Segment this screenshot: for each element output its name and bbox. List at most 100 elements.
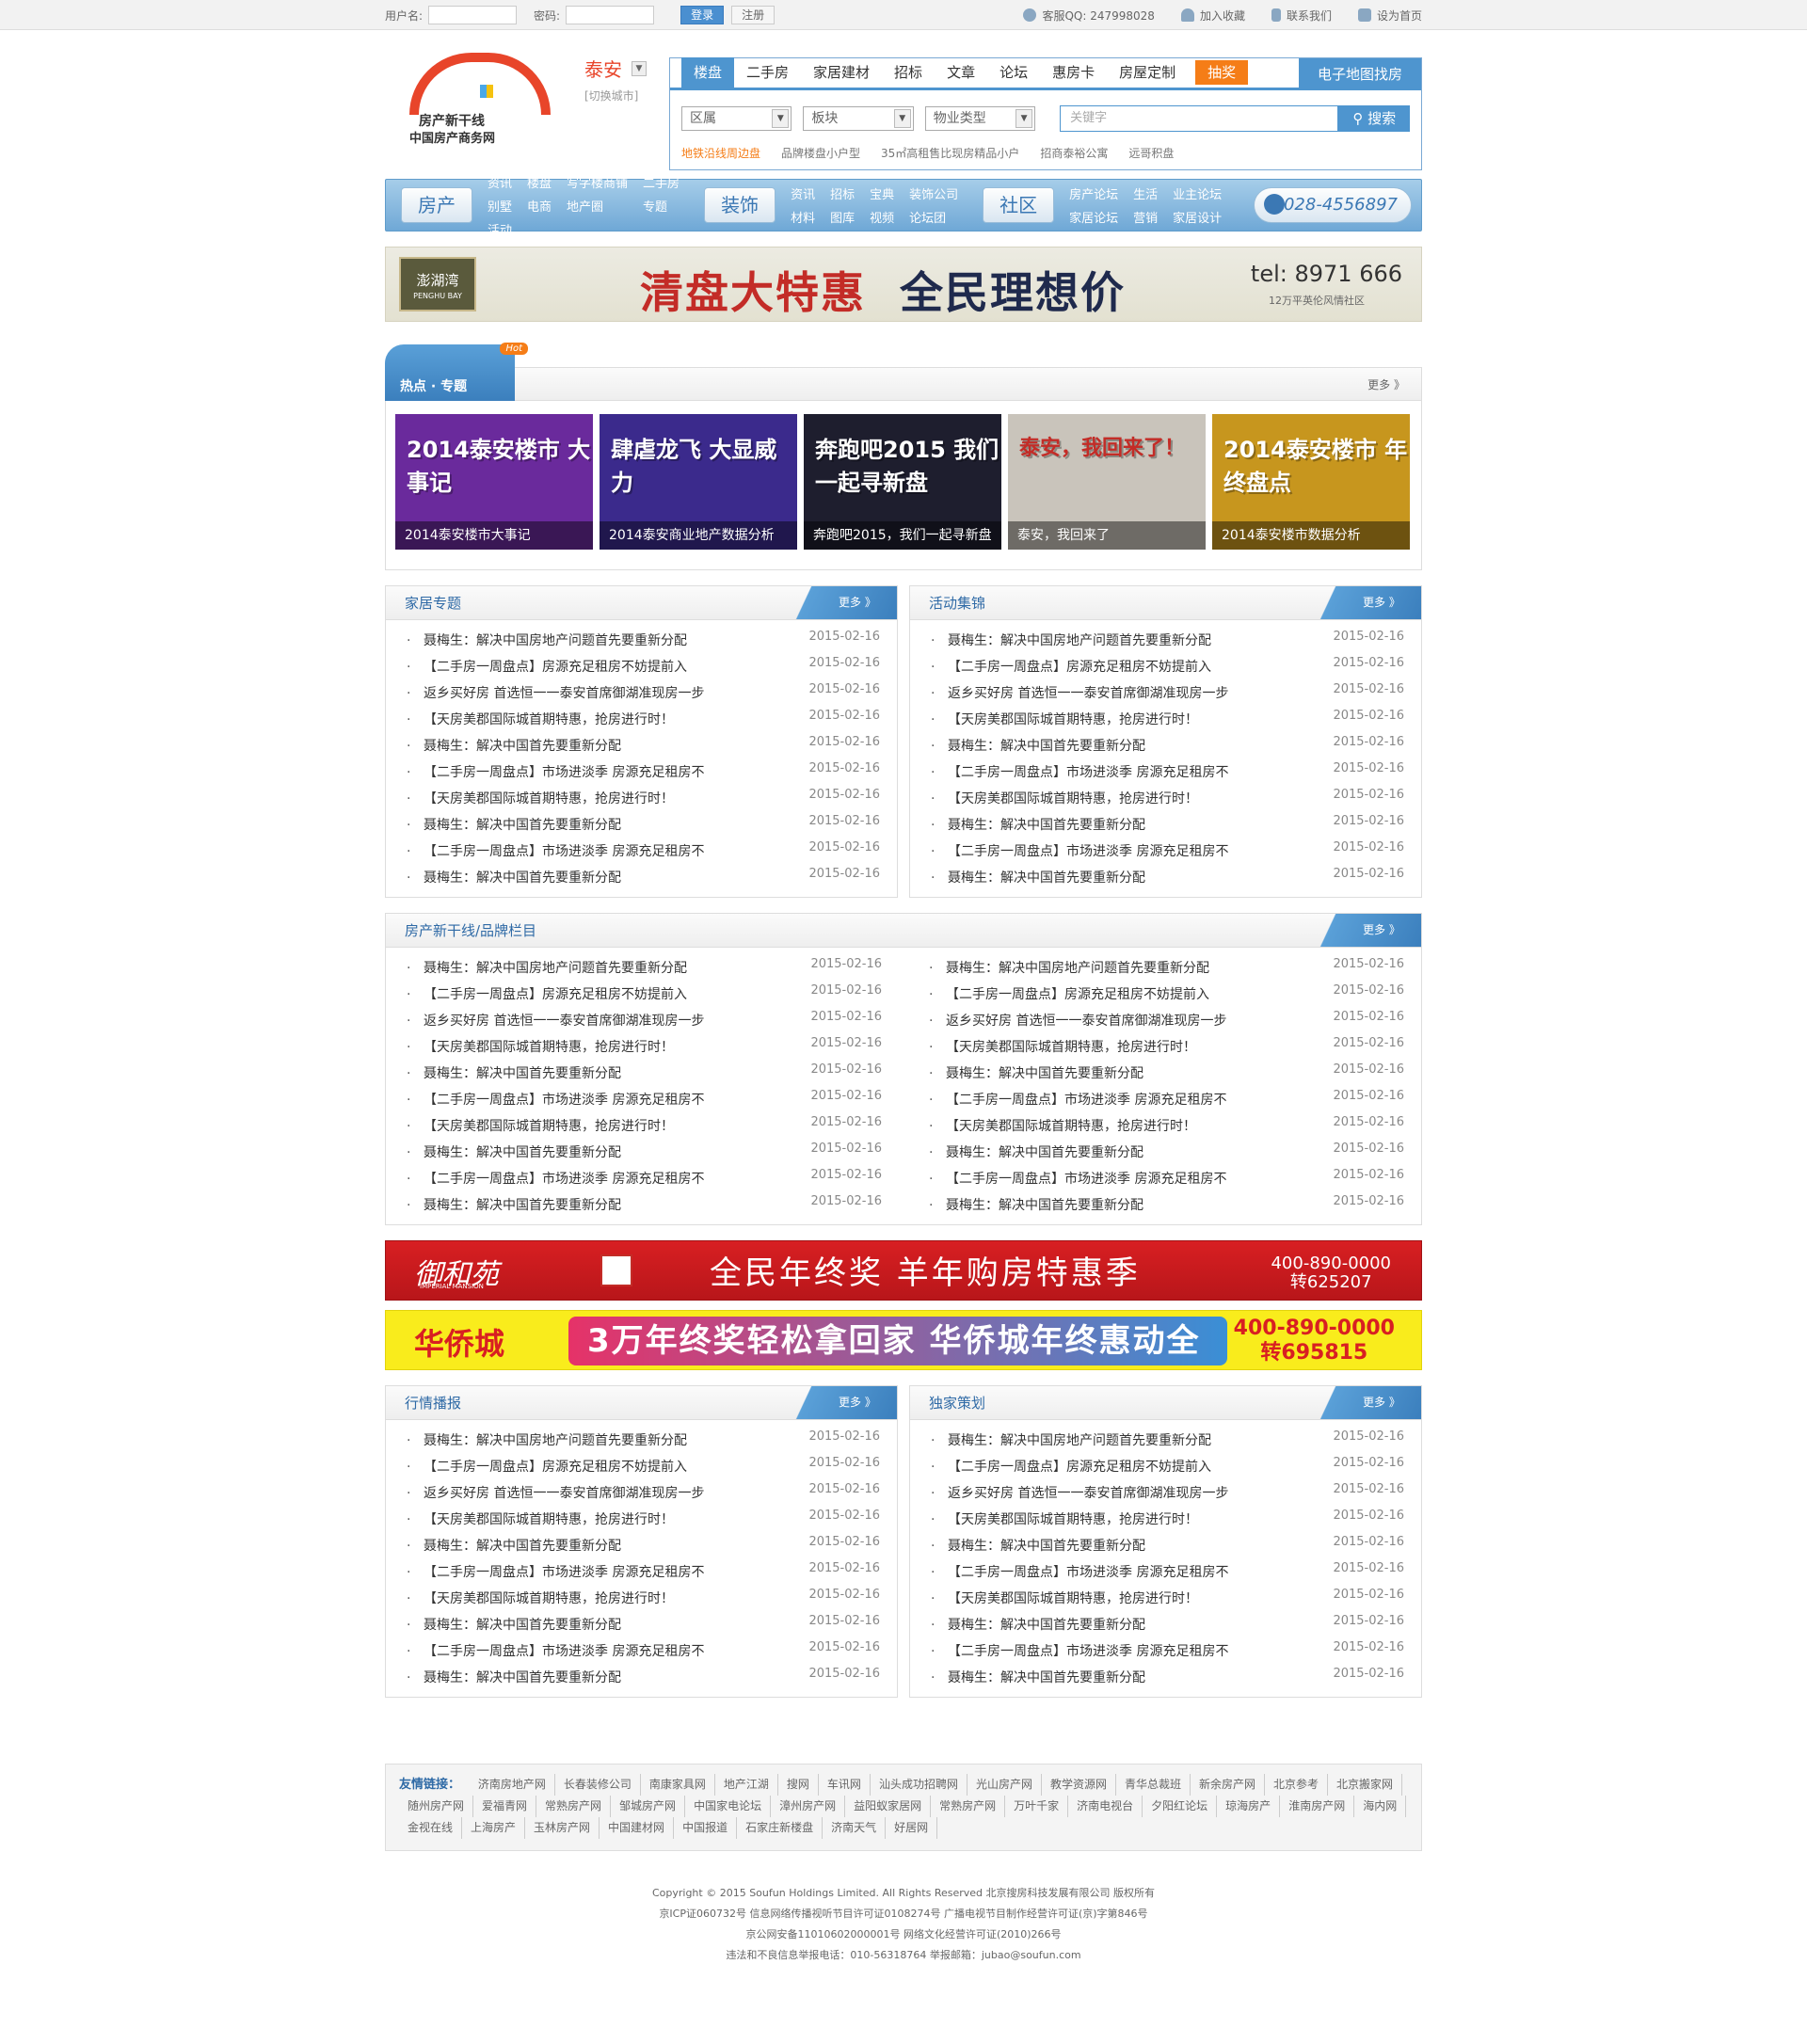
friend-link[interactable]: 漳州房产网	[771, 1796, 846, 1817]
news-title[interactable]: 【二手房一周盘点】市场进淡季 房源充足租房不	[948, 1565, 1228, 1580]
news-title[interactable]: 返乡买好房 首选恒一一泰安首席御湖准现房一步	[946, 1014, 1226, 1029]
news-title[interactable]: 聂梅生：解决中国房地产问题首先要重新分配	[948, 633, 1211, 648]
friend-link[interactable]: 好居网	[886, 1817, 938, 1839]
tab-jiaju[interactable]: 家居建材	[801, 57, 882, 88]
news-title[interactable]: 聂梅生：解决中国首先要重新分配	[424, 1618, 621, 1633]
customer-service-link[interactable]: 客服QQ: 247998028	[1023, 8, 1155, 24]
news-title[interactable]: 【二手房一周盘点】房源充足租房不妨提前入	[424, 660, 687, 675]
tab-zhaobiao[interactable]: 招标	[882, 57, 935, 88]
nav-link[interactable]: 业主论坛	[1173, 184, 1222, 202]
nav-link[interactable]: 楼盘	[527, 173, 552, 191]
nav-link[interactable]: 宝典	[870, 184, 894, 202]
friend-link[interactable]: 北京搬家网	[1328, 1774, 1403, 1796]
news-title[interactable]: 【二手房一周盘点】市场进淡季 房源充足租房不	[424, 1644, 704, 1659]
hot-picture[interactable]: 2014泰安楼市 年终盘点 2014泰安楼市数据分析	[1212, 414, 1410, 550]
news-title[interactable]: 聂梅生：解决中国首先要重新分配	[424, 1145, 621, 1160]
friend-link[interactable]: 金视在线	[399, 1817, 463, 1839]
site-logo[interactable]: 房产新干线 中国房产商务网	[391, 51, 569, 156]
friend-link[interactable]: 车讯网	[819, 1774, 871, 1796]
news-title[interactable]: 返乡买好房 首选恒一一泰安首席御湖准现房一步	[424, 1014, 704, 1029]
list-item[interactable]: 聂梅生：解决中国首先要重新分配 2015-02-16	[927, 865, 1404, 891]
news-title[interactable]: 聂梅生：解决中国首先要重新分配	[424, 1198, 621, 1213]
nav-link[interactable]: 招标	[830, 184, 855, 202]
keyword-input[interactable]: 关键字	[1060, 105, 1339, 132]
hot-picture[interactable]: 肆虐龙飞 大显威力 2014泰安商业地产数据分析	[600, 414, 797, 550]
news-title[interactable]: 【天房美郡国际城首期特惠，抢房进行时！	[424, 791, 674, 806]
add-favorite-link[interactable]: 加入收藏	[1180, 8, 1245, 24]
tab-luntan[interactable]: 论坛	[987, 57, 1040, 88]
friend-link[interactable]: 常熟房产网	[536, 1796, 612, 1817]
news-title[interactable]: 聂梅生：解决中国首先要重新分配	[946, 1145, 1143, 1160]
friend-link[interactable]: 中国报道	[674, 1817, 738, 1839]
tab-wenzhang[interactable]: 文章	[935, 57, 987, 88]
news-title[interactable]: 【天房美郡国际城首期特惠，抢房进行时！	[948, 712, 1198, 727]
friend-link[interactable]: 南康家具网	[641, 1774, 715, 1796]
nav-link[interactable]: 论坛团	[909, 208, 958, 226]
more-link[interactable]: 更多 》	[784, 586, 897, 619]
friend-link[interactable]: 中国建材网	[600, 1817, 675, 1839]
nav-link[interactable]: 电商	[527, 197, 552, 215]
news-title[interactable]: 返乡买好房 首选恒一一泰安首席御湖准现房一步	[948, 1486, 1228, 1501]
nav-link[interactable]: 资讯	[488, 173, 512, 191]
nav-link[interactable]: 房产论坛	[1069, 184, 1118, 202]
nav-category-zhuangshi[interactable]: 装饰	[704, 187, 776, 223]
nav-link[interactable]: 家居论坛	[1069, 208, 1118, 226]
friend-link[interactable]: 夕阳红论坛	[1143, 1796, 1218, 1817]
block-select[interactable]: 板块 ▼	[803, 106, 914, 131]
news-title[interactable]: 聂梅生：解决中国首先要重新分配	[948, 1539, 1145, 1554]
hotword-link[interactable]: 地铁沿线周边盘	[681, 145, 760, 161]
register-button[interactable]: 注册	[731, 6, 776, 24]
hot-picture[interactable]: 泰安，我回来了！ 泰安，我回来了	[1008, 414, 1206, 550]
hotword-link[interactable]: 35㎡高租售比现房精品小户	[881, 145, 1019, 161]
hotword-link[interactable]: 品牌楼盘小户型	[781, 145, 860, 161]
list-item[interactable]: 聂梅生：解决中国首先要重新分配 2015-02-16	[403, 1192, 882, 1219]
news-title[interactable]: 【二手房一周盘点】房源充足租房不妨提前入	[424, 1460, 687, 1475]
hot-more-link[interactable]: 更多 》	[1367, 376, 1405, 392]
news-title[interactable]: 聂梅生：解决中国首先要重新分配	[948, 870, 1145, 886]
news-title[interactable]: 【天房美郡国际城首期特惠，抢房进行时！	[946, 1119, 1196, 1134]
friend-link[interactable]: 琼海房产	[1217, 1796, 1281, 1817]
news-title[interactable]: 【二手房一周盘点】市场进淡季 房源充足租房不	[948, 765, 1228, 780]
news-title[interactable]: 返乡买好房 首选恒一一泰安首席御湖准现房一步	[424, 686, 704, 701]
friend-link[interactable]: 中国家电论坛	[685, 1796, 772, 1817]
more-link[interactable]: 更多 》	[1308, 586, 1421, 619]
password-input[interactable]	[566, 6, 655, 24]
news-title[interactable]: 聂梅生：解决中国首先要重新分配	[946, 1066, 1143, 1081]
tab-loupan[interactable]: 楼盘	[681, 57, 735, 88]
friend-link[interactable]: 新余房产网	[1191, 1774, 1266, 1796]
nav-link[interactable]: 图库	[830, 208, 855, 226]
set-homepage-link[interactable]: 设为首页	[1357, 8, 1422, 24]
search-button[interactable]: ⚲ 搜索	[1338, 105, 1411, 132]
friend-link[interactable]: 常熟房产网	[931, 1796, 1006, 1817]
news-title[interactable]: 【二手房一周盘点】市场进淡季 房源充足租房不	[948, 1644, 1228, 1659]
list-item[interactable]: 聂梅生：解决中国首先要重新分配 2015-02-16	[925, 1192, 1404, 1219]
news-title[interactable]: 聂梅生：解决中国首先要重新分配	[424, 1539, 621, 1554]
friend-link[interactable]: 上海房产	[462, 1817, 526, 1839]
nav-link[interactable]: 营销	[1133, 208, 1158, 226]
friend-link[interactable]: 随州房产网	[399, 1796, 474, 1817]
news-title[interactable]: 聂梅生：解决中国房地产问题首先要重新分配	[424, 633, 687, 648]
nav-link[interactable]: 装饰公司	[909, 184, 958, 202]
nav-link[interactable]: 资讯	[791, 184, 815, 202]
news-title[interactable]: 【天房美郡国际城首期特惠，抢房进行时！	[946, 1040, 1196, 1055]
chevron-down-icon[interactable]: ▼	[632, 60, 647, 76]
list-item[interactable]: 聂梅生：解决中国首先要重新分配 2015-02-16	[403, 865, 880, 891]
hotword-link[interactable]: 招商泰裕公寓	[1040, 145, 1108, 161]
more-link[interactable]: 更多 》	[1308, 1386, 1421, 1419]
news-title[interactable]: 【二手房一周盘点】房源充足租房不妨提前入	[946, 987, 1209, 1002]
friend-link[interactable]: 爱福青网	[473, 1796, 537, 1817]
news-title[interactable]: 【二手房一周盘点】市场进淡季 房源充足租房不	[424, 1093, 704, 1108]
hot-picture[interactable]: 2014泰安楼市 大事记 2014泰安楼市大事记	[395, 414, 593, 550]
news-title[interactable]: 聂梅生：解决中国房地产问题首先要重新分配	[424, 961, 687, 976]
news-title[interactable]: 【二手房一周盘点】房源充足租房不妨提前入	[948, 1460, 1211, 1475]
friend-link[interactable]: 益阳蚁家居网	[845, 1796, 932, 1817]
news-title[interactable]: 【二手房一周盘点】房源充足租房不妨提前入	[948, 660, 1211, 675]
news-title[interactable]: 【天房美郡国际城首期特惠，抢房进行时！	[948, 791, 1198, 806]
list-item[interactable]: 聂梅生：解决中国首先要重新分配 2015-02-16	[403, 1665, 880, 1691]
friend-link[interactable]: 济南房地产网	[470, 1774, 555, 1796]
friend-link[interactable]: 海内网	[1354, 1796, 1407, 1817]
news-title[interactable]: 【天房美郡国际城首期特惠，抢房进行时！	[424, 712, 674, 727]
news-title[interactable]: 聂梅生：解决中国首先要重新分配	[424, 1670, 621, 1685]
news-title[interactable]: 【二手房一周盘点】市场进淡季 房源充足租房不	[424, 1172, 704, 1187]
district-select[interactable]: 区属 ▼	[681, 106, 792, 131]
